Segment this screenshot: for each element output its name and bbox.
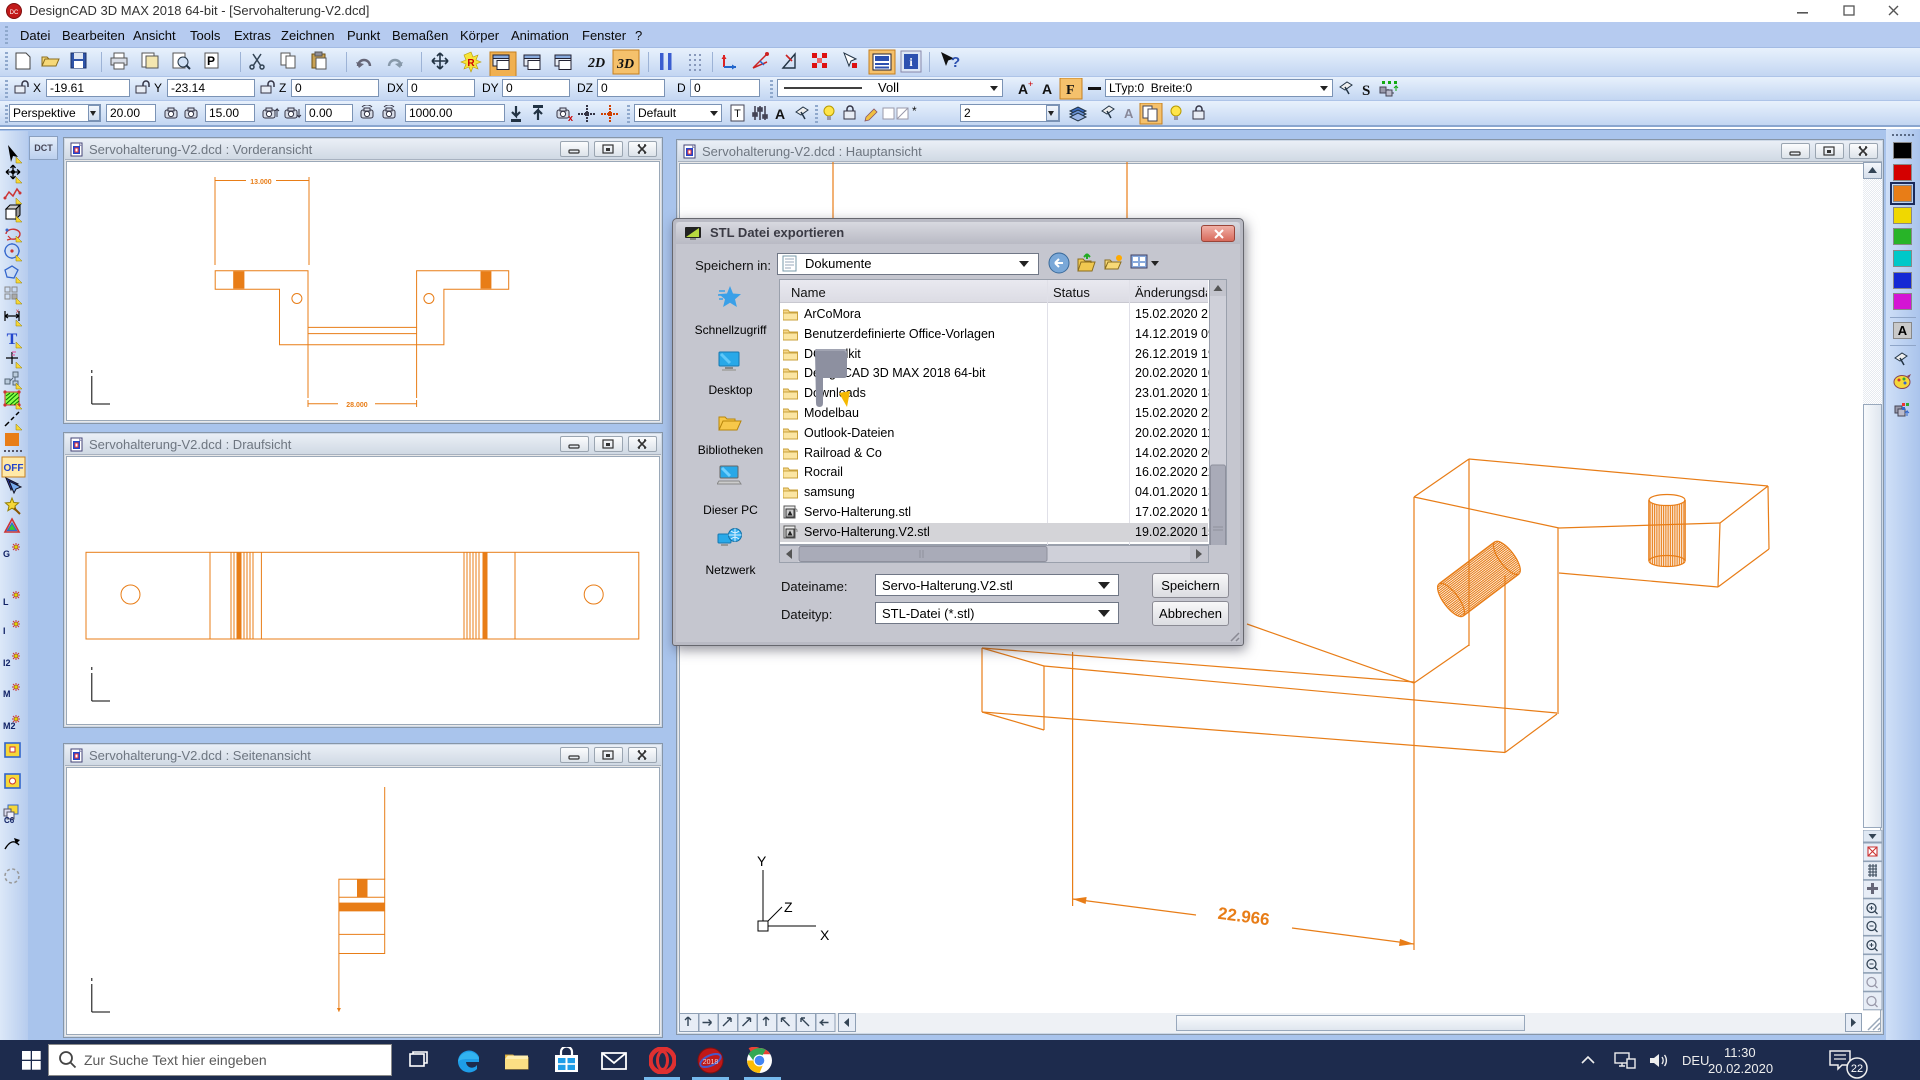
svg-text:A: A <box>1042 81 1052 97</box>
svg-text:Voll: Voll <box>878 80 899 95</box>
svg-text:F: F <box>1066 83 1075 98</box>
svg-text:S: S <box>1362 83 1370 99</box>
svg-text:OFF: OFF <box>4 463 24 474</box>
svg-text:G: G <box>3 549 10 559</box>
svg-text:*: * <box>912 104 917 118</box>
svg-text:+: + <box>1028 79 1033 89</box>
svg-text:x: x <box>568 113 573 123</box>
svg-text:M: M <box>3 689 11 699</box>
svg-text:A: A <box>1018 81 1028 97</box>
svg-text:22.966: 22.966 <box>1217 904 1271 930</box>
svg-text:3D: 3D <box>616 57 634 72</box>
svg-text:13.000: 13.000 <box>250 179 272 186</box>
svg-text:L: L <box>3 597 9 607</box>
svg-text:P: P <box>207 54 215 68</box>
svg-text:2018: 2018 <box>703 1059 719 1066</box>
svg-text:Z: Z <box>784 899 793 915</box>
svg-text:x: x <box>16 309 19 315</box>
svg-text:R: R <box>467 58 475 69</box>
svg-text:Dokumente: Dokumente <box>805 256 871 271</box>
svg-text:X: X <box>820 927 830 943</box>
svg-text:Y: Y <box>757 853 767 869</box>
svg-text:28.000: 28.000 <box>346 402 368 409</box>
svg-text:M2: M2 <box>3 721 16 731</box>
svg-text:A: A <box>1124 106 1134 121</box>
svg-text:A: A <box>775 106 785 122</box>
svg-text:T: T <box>734 108 741 120</box>
svg-text:C6: C6 <box>4 816 15 825</box>
svg-text:?: ? <box>951 54 960 71</box>
svg-text:I: I <box>3 626 6 636</box>
svg-text:I2: I2 <box>3 658 11 668</box>
svg-text:22: 22 <box>1851 1063 1863 1075</box>
svg-text:2D: 2D <box>587 56 605 71</box>
svg-text:DC: DC <box>10 10 19 16</box>
